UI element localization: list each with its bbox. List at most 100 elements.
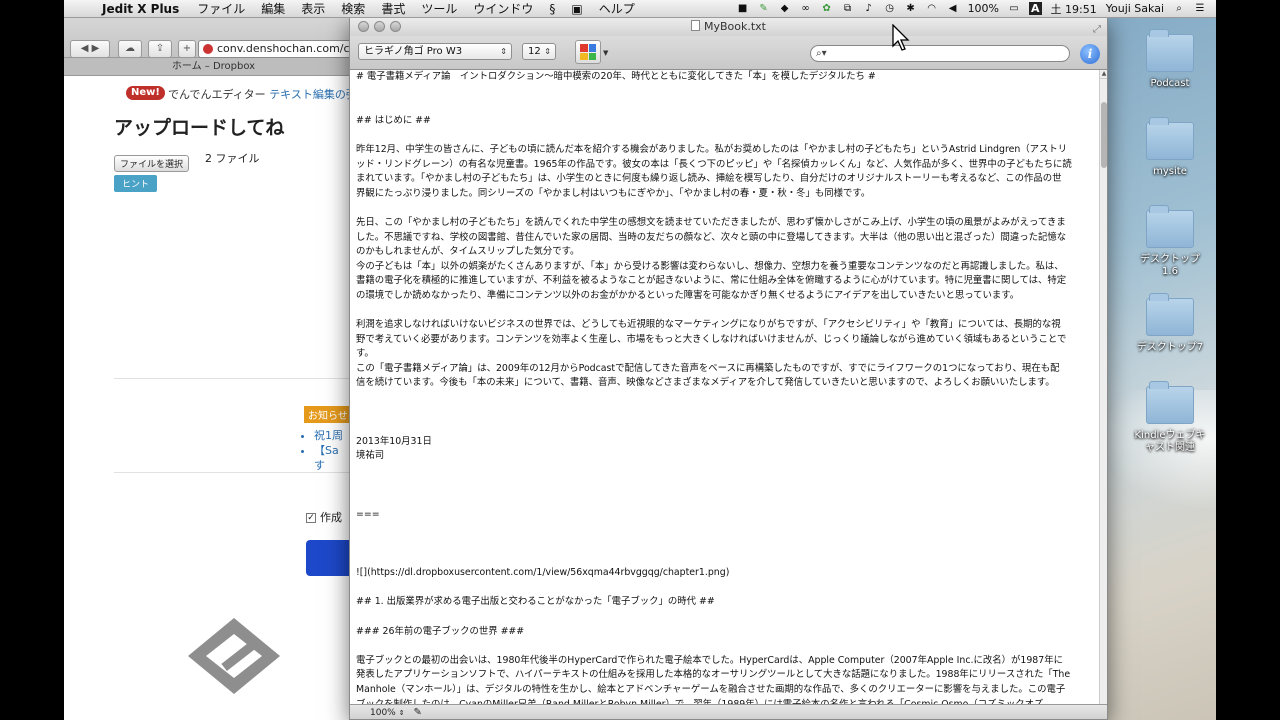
text-editor-area[interactable]: # 電子書籍メディア論 イントロダクション〜暗中模索の20年、時代とともに変化し…: [350, 70, 1099, 704]
menu-search[interactable]: 検索: [333, 0, 373, 17]
editor-text-line: ===: [356, 508, 380, 520]
editor-text-line: [356, 420, 1093, 435]
menu-format[interactable]: 書式: [373, 0, 413, 17]
url-field[interactable]: conv.denshochan.com/con: [198, 40, 363, 58]
back-forward-buttons[interactable]: ◀ ▶: [70, 40, 110, 58]
battery-level[interactable]: 100%: [968, 2, 999, 15]
desktop-folder-mysite[interactable]: mysite: [1122, 117, 1218, 178]
search-icon: ⌕▾: [816, 48, 827, 59]
font-select[interactable]: ヒラギノ角ゴ Pro W3 ⇕: [358, 43, 512, 60]
script-menu-icon[interactable]: §: [541, 2, 563, 16]
menu-window[interactable]: ウインドウ: [465, 0, 541, 17]
icloud-button[interactable]: ☁: [118, 40, 142, 58]
desktop-folder-desktop-7[interactable]: デスクトップ7: [1122, 293, 1218, 354]
tab-title: ホーム – Dropbox: [171, 61, 256, 72]
page-title: アップロードしてね: [114, 117, 285, 139]
desktop-folder-desktop-1-6[interactable]: デスクトップ 1.6: [1122, 205, 1218, 278]
evernote-icon[interactable]: ✎: [758, 3, 770, 14]
folder-icon: [1146, 117, 1194, 160]
editor-text-line: [356, 610, 1093, 625]
font-size-select[interactable]: 12 ⇕: [522, 43, 556, 60]
sound-icon[interactable]: ♪: [863, 3, 875, 14]
desktop-folder-label: mysite: [1153, 166, 1187, 177]
editor-text-line: 界観にたっぷり浸りました。同シリーズの「やかまし村はいつもにぎやか」、「やかまし…: [356, 187, 871, 199]
create-checkbox-row[interactable]: ✓ 作成: [306, 509, 342, 525]
spotlight-search-icon[interactable]: ⌕: [1173, 3, 1185, 14]
copy-icon[interactable]: ⧉: [842, 3, 854, 14]
editor-text-line: [356, 537, 1093, 552]
menu-help[interactable]: ヘルプ: [591, 0, 643, 17]
editor-text-line: 発表したアプリケーションソフトで、ハイパーテキストの仕組みを採用した本格的なオー…: [356, 669, 1071, 681]
sync-icon[interactable]: ✿: [821, 3, 833, 14]
folder-icon: [1146, 29, 1194, 72]
browser-tab[interactable]: ホーム – Dropbox: [64, 58, 363, 76]
create-label: 作成: [320, 511, 342, 524]
creative-cloud-icon[interactable]: ∞: [800, 3, 812, 14]
editor-titlebar: MyBook.txt ⤢: [350, 18, 1107, 36]
hint-button[interactable]: ヒント: [114, 175, 158, 192]
notification-center-icon[interactable]: ☰: [1194, 3, 1206, 14]
close-button[interactable]: [358, 21, 369, 32]
choose-file-button[interactable]: ファイルを選択: [114, 155, 190, 172]
editor-text-line: [356, 406, 1093, 421]
editor-text-line: Manhole（マンホール）」は、デジタルの特性を生かし、絵本とアドベンチャーゲ…: [356, 683, 1066, 695]
chevron-updown-icon[interactable]: ⇕: [399, 709, 405, 717]
editor-text-line: の環境でしか読めなかったり、準備にコンテンツ以外のお金がかかるといった障害を可能…: [356, 289, 1020, 301]
status-bar: 100% ⇕ ✎: [350, 704, 1107, 719]
wifi-icon[interactable]: ◠: [926, 3, 938, 14]
volume-icon[interactable]: ◀: [947, 3, 959, 14]
editor-text-line: のかもしれませんが、タイムスリップした気分です。: [356, 246, 580, 258]
search-input[interactable]: ⌕▾: [810, 45, 1070, 62]
mouse-pointer-icon: [892, 24, 910, 51]
desktop-folder-label: Kindleウェブキ ャスト関連: [1134, 430, 1206, 453]
editor-text-line: 昨年12月、中学生の皆さんに、子どもの頃に読んだ本を紹介する機会がありました。私…: [356, 143, 1068, 155]
desktop-folder-podcast[interactable]: Podcast: [1122, 29, 1218, 90]
time-machine-icon[interactable]: ◷: [884, 3, 896, 14]
camera-icon[interactable]: ■: [737, 3, 749, 14]
checkbox-checked-icon[interactable]: ✓: [306, 513, 316, 523]
color-palette-button[interactable]: [575, 40, 601, 64]
scrollbar-thumb[interactable]: [1101, 102, 1107, 168]
editor-text-line: [356, 552, 1093, 567]
denden-logo-icon: [188, 618, 280, 694]
menu-file[interactable]: ファイル: [189, 0, 253, 17]
desktop-folder-kindle[interactable]: Kindleウェブキ ャスト関連: [1122, 381, 1218, 454]
minimize-button[interactable]: [374, 21, 385, 32]
clock[interactable]: 土 19:51: [1051, 1, 1097, 17]
editor-text-line: 電子ブックとの最初の出会いは、1980年代後半のHyperCardで作られた電子…: [356, 654, 1063, 666]
editor-text-line: この「電子書籍メディア論」は、2009年の12月からPodcastで配信してきた…: [356, 362, 1060, 374]
editor-text-line: [356, 479, 1093, 494]
battery-icon[interactable]: ▭: [1008, 3, 1020, 14]
vertical-scrollbar[interactable]: ▲: [1099, 70, 1107, 704]
input-mode[interactable]: A: [1029, 2, 1042, 15]
notice-item[interactable]: 祝1周: [314, 428, 343, 443]
editor-text-line: [356, 391, 1093, 406]
notice-item[interactable]: す: [314, 458, 343, 473]
dropbox-icon[interactable]: ◆: [779, 3, 791, 14]
menu-app-name[interactable]: Jedit X Plus: [92, 2, 189, 16]
menu-edit[interactable]: 編集: [253, 0, 293, 17]
menu-view[interactable]: 表示: [293, 0, 333, 17]
browser-content: New! でんでんエディター テキスト編集の強 アップロードしてね ファイルを選…: [64, 76, 363, 696]
dropdown-caret-icon[interactable]: ▼: [603, 49, 608, 57]
font-size-value: 12: [528, 46, 541, 57]
editor-text-line: [356, 85, 1093, 100]
scroll-up-arrow-icon[interactable]: ▲: [1100, 70, 1107, 79]
chevron-updown-icon: ⇕: [544, 47, 551, 56]
user-name[interactable]: Youji Sakai: [1106, 2, 1164, 15]
pencil-icon[interactable]: ✎: [413, 707, 421, 718]
font-select-value: ヒラギノ角ゴ Pro W3: [364, 46, 463, 57]
bluetooth-icon[interactable]: ✱: [905, 3, 917, 14]
promo-link[interactable]: テキスト編集の強: [269, 88, 357, 101]
zoom-level[interactable]: 100%: [370, 708, 396, 718]
menu-tools[interactable]: ツール: [413, 0, 465, 17]
image-menu-icon[interactable]: ▣: [563, 2, 590, 16]
zoom-button[interactable]: [390, 21, 401, 32]
editor-text-line: [356, 464, 1093, 479]
new-tab-button[interactable]: +: [178, 40, 196, 58]
info-icon[interactable]: i: [1080, 44, 1100, 64]
notice-item[interactable]: 【Sa: [314, 443, 343, 458]
editor-text-line: 利潤を追求しなければいけないビジネスの世界では、どうしても近視眼的なマーケティン…: [356, 319, 1061, 331]
editor-text-line: 野で考えていく必要があります。コンテンツを効率よく生産し、市場をもっと大きくしな…: [356, 333, 1067, 345]
share-button[interactable]: ⇪: [148, 40, 172, 58]
